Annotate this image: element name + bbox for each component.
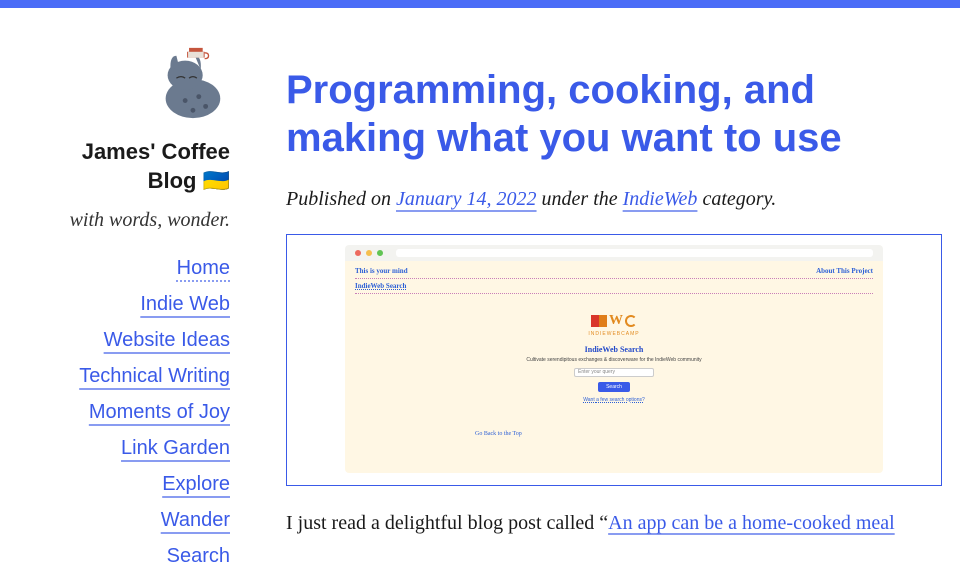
shot-divider: [355, 278, 873, 279]
nav-search[interactable]: Search: [167, 544, 230, 568]
nav-explore[interactable]: Explore: [162, 472, 230, 496]
meta-mid: under the: [537, 188, 623, 210]
window-close-icon: [355, 250, 361, 256]
meta-prefix: Published on: [286, 188, 396, 210]
browser-chrome: [345, 245, 883, 261]
shot-want-link: a few search options?: [596, 397, 645, 403]
body-text-before-link: I just read a delightful blog post calle…: [286, 512, 608, 534]
top-accent-bar: [0, 0, 960, 8]
screenshot-page: This is your mind About This Project Ind…: [345, 261, 883, 473]
sidebar: James' Coffee Blog 🇺🇦 with words, wonder…: [8, 44, 268, 568]
shot-search-button: Search: [598, 382, 630, 392]
window-maximize-icon: [377, 250, 383, 256]
iwc-logo-icon: W: [591, 314, 637, 328]
nav-technical-writing[interactable]: Technical Writing: [79, 364, 230, 388]
shot-back-top: Go Back to the Top: [475, 431, 522, 437]
nav-wander[interactable]: Wander: [161, 508, 230, 532]
nav-moments-of-joy[interactable]: Moments of Joy: [89, 400, 230, 424]
site-title: James' Coffee Blog 🇺🇦: [8, 138, 230, 195]
nav-link-garden[interactable]: Link Garden: [121, 436, 230, 460]
flag-icon: 🇺🇦: [203, 168, 230, 193]
page-container: James' Coffee Blog 🇺🇦 with words, wonder…: [0, 8, 960, 568]
nav: Home Indie Web Website Ideas Technical W…: [8, 256, 230, 568]
shot-top-row: This is your mind About This Project: [355, 267, 873, 275]
url-bar: [396, 249, 873, 257]
window-minimize-icon: [366, 250, 372, 256]
meta-suffix: category.: [697, 188, 776, 210]
shot-top-right: About This Project: [816, 267, 873, 275]
post-body: I just read a delightful blog post calle…: [286, 508, 942, 539]
shot-want: Want a few search options?: [355, 397, 873, 403]
post-category-link[interactable]: IndieWeb: [623, 188, 698, 210]
post-meta: Published on January 14, 2022 under the …: [286, 184, 942, 214]
shot-search-input: Enter your query: [574, 368, 654, 377]
site-tagline: with words, wonder.: [8, 209, 230, 232]
post-title: Programming, cooking, and making what yo…: [286, 66, 942, 162]
logo-wrap: [8, 44, 230, 122]
shot-title: IndieWeb Search: [355, 345, 873, 354]
shot-divider-2: [355, 293, 873, 294]
shot-desc: Cultivate serendipitous exchanges & disc…: [355, 357, 873, 363]
iwc-logo-text: INDIEWEBCAMP: [355, 331, 873, 337]
shot-center: W INDIEWEBCAMP IndieWeb Search Cultivate…: [355, 314, 873, 403]
nav-indie-web[interactable]: Indie Web: [140, 292, 230, 316]
screenshot-frame: This is your mind About This Project Ind…: [286, 234, 942, 486]
body-link[interactable]: An app can be a home-cooked meal: [608, 512, 895, 534]
nav-website-ideas[interactable]: Website Ideas: [104, 328, 230, 352]
main-content: Programming, cooking, and making what yo…: [268, 44, 952, 568]
nav-home[interactable]: Home: [177, 256, 230, 280]
post-date-link[interactable]: January 14, 2022: [396, 188, 537, 210]
shot-sub-left: IndieWeb Search: [355, 282, 873, 290]
site-title-line2: Blog: [148, 168, 197, 193]
shot-top-left: This is your mind: [355, 267, 408, 275]
site-title-line1: James' Coffee: [82, 139, 230, 164]
cat-logo[interactable]: [152, 44, 230, 122]
